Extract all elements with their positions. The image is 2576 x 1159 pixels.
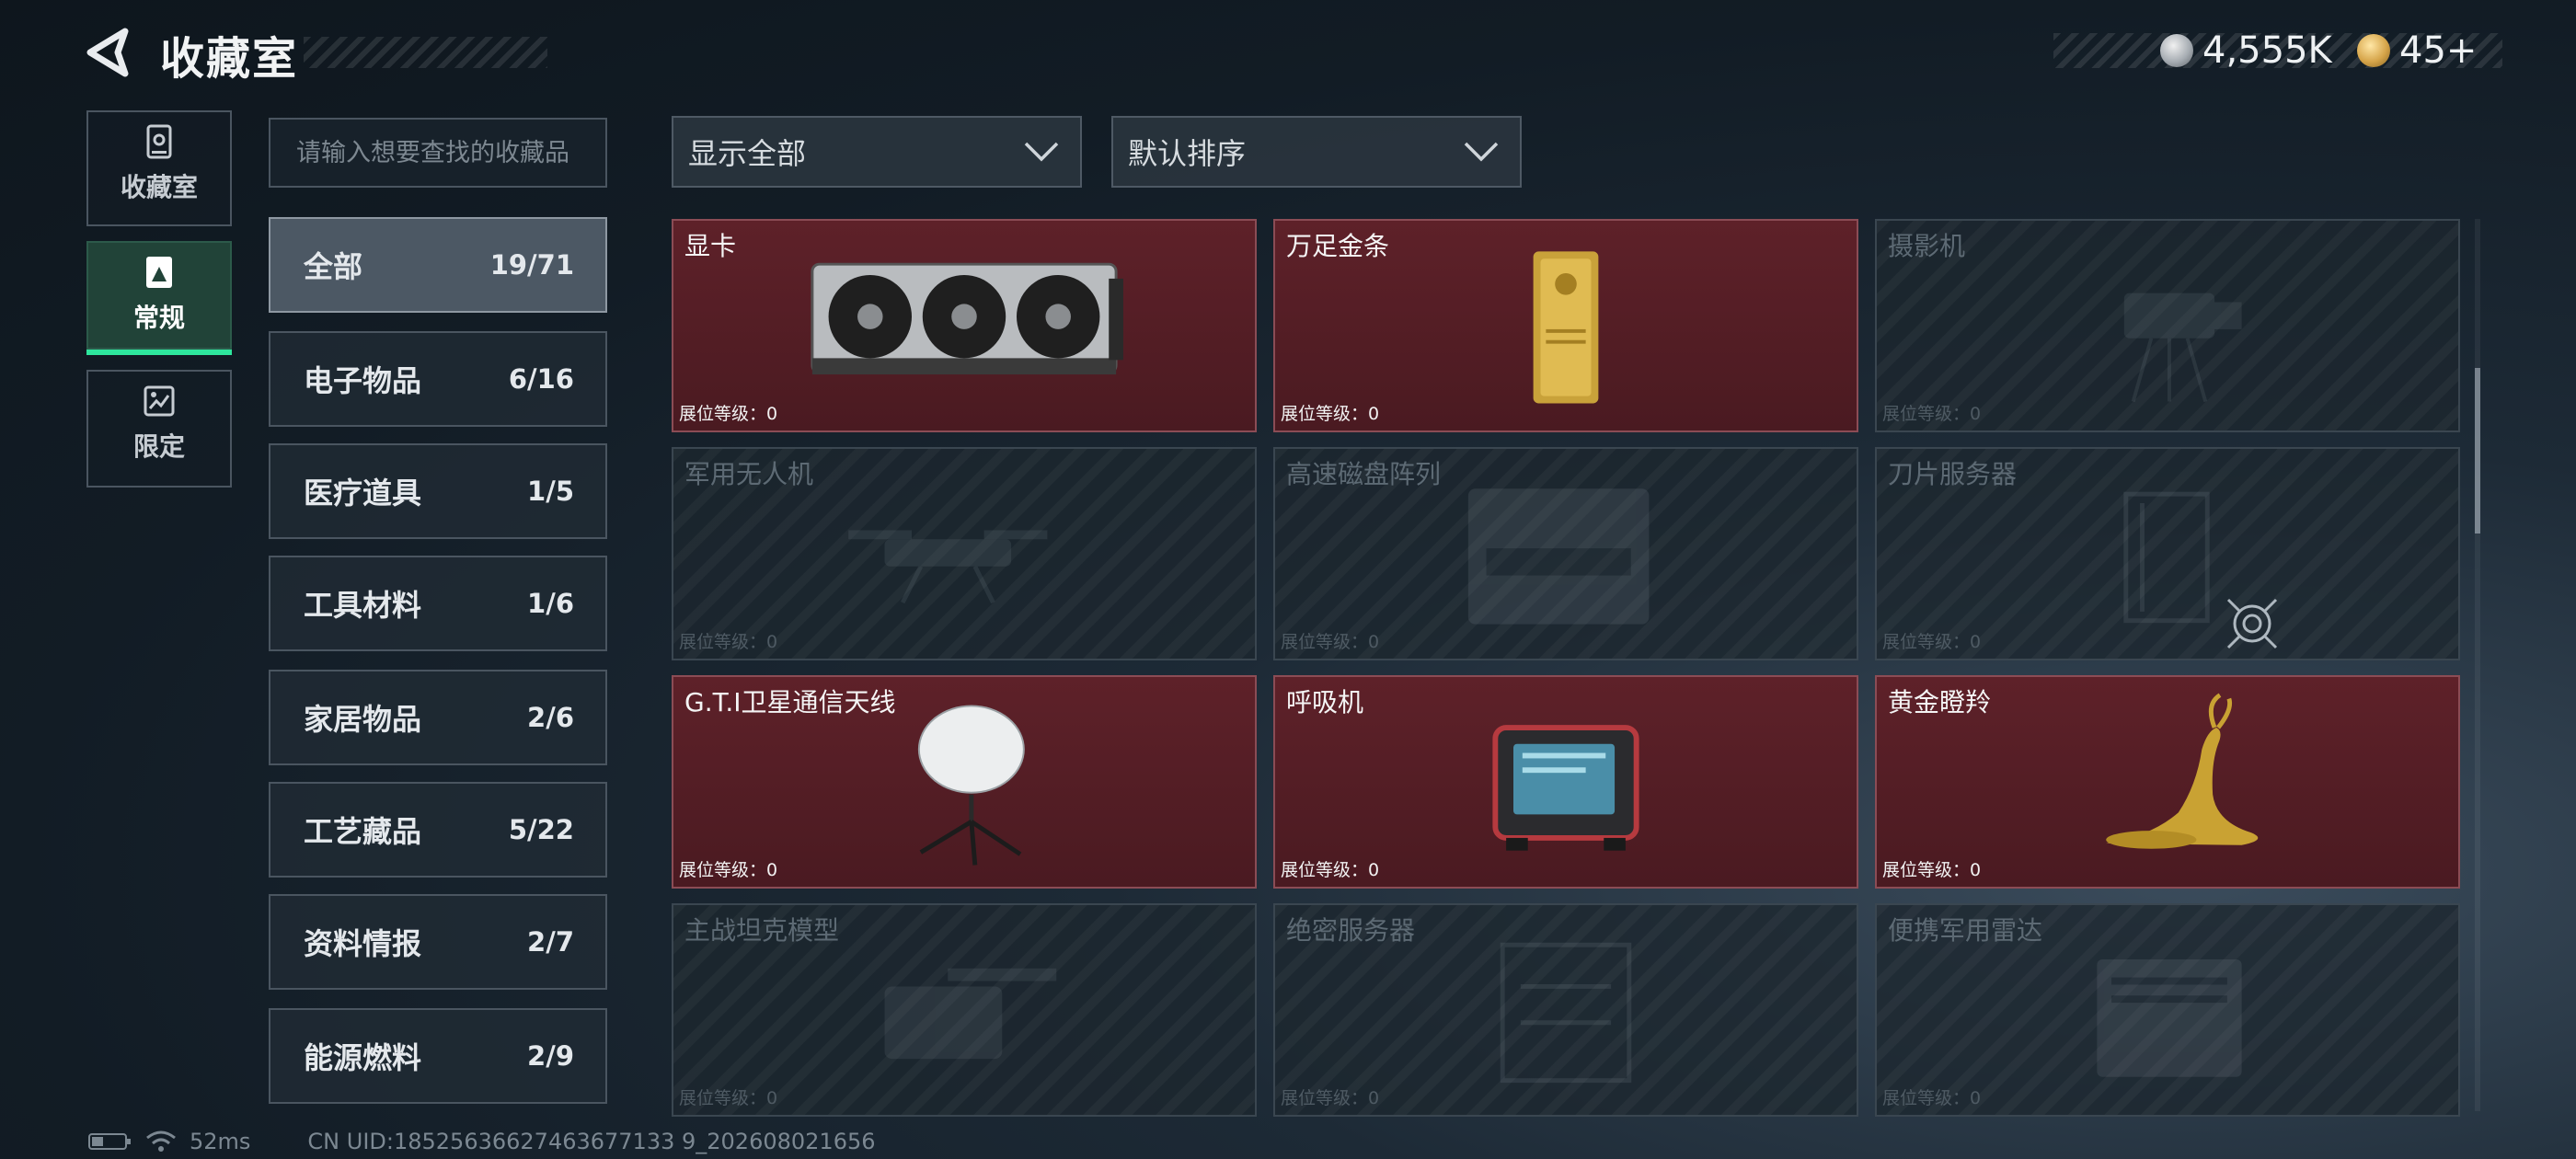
battery-icon bbox=[88, 1133, 131, 1150]
collection-item-disk-array[interactable]: 高速磁盘阵列 展位等级：0 bbox=[1273, 447, 1858, 660]
category-count: 2/6 bbox=[527, 702, 574, 733]
category-electronics[interactable]: 电子物品 6/16 bbox=[269, 331, 607, 427]
category-fuel[interactable]: 能源燃料 2/9 bbox=[269, 1008, 607, 1104]
category-household[interactable]: 家居物品 2/6 bbox=[269, 670, 607, 765]
graphics-card-icon bbox=[811, 262, 1123, 375]
collection-item-graphics-card[interactable]: 显卡 展位等级：0 bbox=[672, 219, 1257, 432]
sort-dropdown[interactable]: 默认排序 bbox=[1111, 116, 1522, 188]
category-label: 工具材料 bbox=[304, 588, 422, 623]
nav-limited-label: 限定 bbox=[132, 431, 185, 462]
search-box[interactable] bbox=[269, 118, 607, 188]
gold-currency-value: 45+ bbox=[2399, 29, 2478, 72]
category-count: 19/71 bbox=[489, 249, 574, 281]
item-level: 展位等级：0 bbox=[1882, 860, 1982, 880]
active-tab-indicator bbox=[86, 350, 232, 355]
category-label: 资料情报 bbox=[304, 926, 422, 961]
item-level: 展位等级：0 bbox=[1882, 632, 1982, 652]
scrollbar-track[interactable] bbox=[2475, 219, 2480, 1111]
nav-vault[interactable]: 收藏室 bbox=[86, 110, 232, 226]
collection-item-ventilator[interactable]: 呼吸机 展位等级：0 bbox=[1273, 675, 1858, 889]
chevron-down-icon bbox=[1024, 142, 1059, 162]
nav-limited[interactable]: 限定 bbox=[86, 370, 232, 488]
page-title: 收藏室 bbox=[160, 33, 299, 85]
item-name: 刀片服务器 bbox=[1888, 459, 2018, 489]
category-count: 6/16 bbox=[508, 363, 574, 395]
category-all[interactable]: 全部 19/71 bbox=[269, 217, 607, 313]
silver-currency: 4,555K bbox=[2160, 28, 2332, 74]
nav-regular[interactable]: 常规 bbox=[86, 241, 232, 350]
item-name: 便携军用雷达 bbox=[1888, 915, 2043, 946]
item-name: 呼吸机 bbox=[1286, 687, 1364, 717]
collection-item-satellite-antenna[interactable]: G.T.I卫星通信天线 展位等级：0 bbox=[672, 675, 1257, 889]
category-count: 2/7 bbox=[527, 926, 574, 958]
category-intel[interactable]: 资料情报 2/7 bbox=[269, 894, 607, 990]
gold-currency: 45+ bbox=[2357, 28, 2477, 74]
category-count: 1/6 bbox=[527, 588, 574, 619]
category-label: 工艺藏品 bbox=[304, 814, 422, 849]
item-level: 展位等级：0 bbox=[679, 404, 778, 424]
item-level: 展位等级：0 bbox=[1281, 632, 1380, 652]
item-level: 展位等级：0 bbox=[1882, 1088, 1982, 1108]
category-medical[interactable]: 医疗道具 1/5 bbox=[269, 443, 607, 539]
item-level: 展位等级：0 bbox=[1281, 404, 1380, 424]
item-level: 展位等级：0 bbox=[1281, 1088, 1380, 1108]
category-label: 医疗道具 bbox=[304, 476, 422, 511]
search-input[interactable] bbox=[294, 137, 581, 168]
silver-coin-icon bbox=[2160, 34, 2193, 67]
sort-value: 默认排序 bbox=[1128, 136, 1247, 171]
target-icon bbox=[2226, 598, 2278, 649]
silver-currency-value: 4,555K bbox=[2202, 29, 2332, 72]
scrollbar-thumb[interactable] bbox=[2475, 368, 2480, 534]
chevron-down-icon bbox=[1464, 142, 1499, 162]
collection-item-gold-bar[interactable]: 万足金条 展位等级：0 bbox=[1273, 219, 1858, 432]
item-level: 展位等级：0 bbox=[679, 632, 778, 652]
gold-coin-icon bbox=[2357, 34, 2390, 67]
item-level: 展位等级：0 bbox=[679, 1088, 778, 1108]
collection-item-military-drone[interactable]: 军用无人机 展位等级：0 bbox=[672, 447, 1257, 660]
title-decoration bbox=[304, 37, 547, 68]
category-label: 能源燃料 bbox=[304, 1040, 422, 1075]
back-arrow-icon[interactable] bbox=[85, 28, 134, 77]
category-crafts[interactable]: 工艺藏品 5/22 bbox=[269, 782, 607, 878]
category-label: 电子物品 bbox=[304, 363, 422, 398]
item-name: 军用无人机 bbox=[684, 459, 814, 489]
item-level: 展位等级：0 bbox=[1281, 860, 1380, 880]
item-name: 显卡 bbox=[684, 231, 737, 261]
collection-item-camera[interactable]: 摄影机 展位等级：0 bbox=[1875, 219, 2460, 432]
category-label: 全部 bbox=[304, 249, 363, 284]
category-count: 2/9 bbox=[527, 1040, 574, 1072]
category-count: 5/22 bbox=[508, 814, 574, 845]
collection-item-golden-gazelle[interactable]: 黄金瞪羚 展位等级：0 bbox=[1875, 675, 2460, 889]
display-filter-dropdown[interactable]: 显示全部 bbox=[672, 116, 1082, 188]
item-name: 绝密服务器 bbox=[1286, 915, 1416, 946]
item-name: 主战坦克模型 bbox=[684, 915, 840, 946]
image-card-icon bbox=[141, 254, 178, 291]
collection-item-portable-radar[interactable]: 便携军用雷达 展位等级：0 bbox=[1875, 903, 2460, 1117]
item-name: 摄影机 bbox=[1888, 231, 1966, 261]
collection-item-blade-server[interactable]: 刀片服务器 展位等级：0 bbox=[1875, 447, 2460, 660]
item-level: 展位等级：0 bbox=[1882, 404, 1982, 424]
category-count: 1/5 bbox=[527, 476, 574, 507]
item-level: 展位等级：0 bbox=[679, 860, 778, 880]
display-filter-value: 显示全部 bbox=[688, 136, 807, 171]
nav-vault-label: 收藏室 bbox=[120, 172, 198, 202]
category-label: 家居物品 bbox=[304, 702, 422, 737]
wifi-icon bbox=[146, 1130, 176, 1152]
item-name: 万足金条 bbox=[1286, 231, 1390, 261]
uid-text: CN UID:18525636627463677133 9_2026080216… bbox=[307, 1129, 876, 1154]
vault-icon bbox=[141, 123, 178, 160]
item-name: 黄金瞪羚 bbox=[1888, 687, 1992, 717]
nav-regular-label: 常规 bbox=[132, 303, 185, 333]
category-tools[interactable]: 工具材料 1/6 bbox=[269, 556, 607, 651]
status-bar: 52ms CN UID:18525636627463677133 9_20260… bbox=[88, 1128, 876, 1155]
limited-image-icon bbox=[141, 383, 178, 419]
item-name: 高速磁盘阵列 bbox=[1286, 459, 1442, 489]
collection-item-tank-model[interactable]: 主战坦克模型 展位等级：0 bbox=[672, 903, 1257, 1117]
item-name: G.T.I卫星通信天线 bbox=[684, 687, 896, 717]
collection-item-secret-server[interactable]: 绝密服务器 展位等级：0 bbox=[1273, 903, 1858, 1117]
ping-value: 52ms bbox=[190, 1129, 251, 1154]
